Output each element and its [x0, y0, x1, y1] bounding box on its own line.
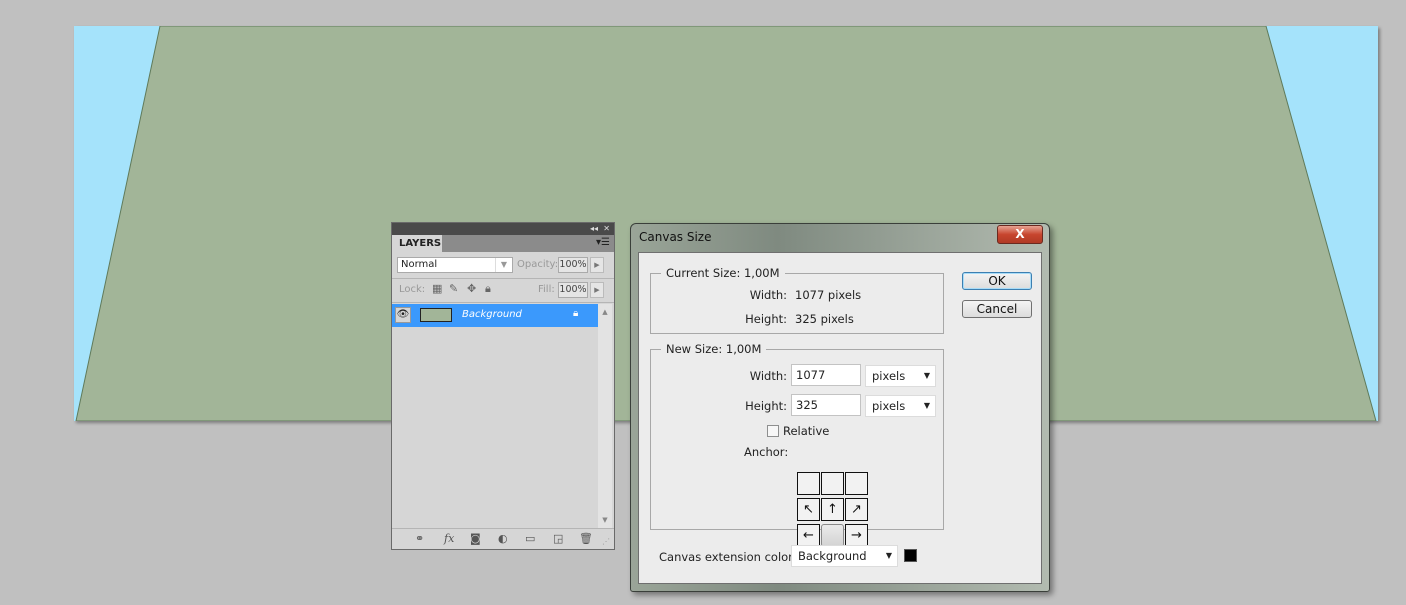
blend-mode-value: Normal — [401, 259, 438, 270]
anchor-middle-center[interactable]: ↑ — [821, 498, 844, 521]
extension-color-swatch[interactable] — [904, 549, 917, 562]
trash-icon[interactable]: 🗑︎ — [579, 532, 593, 545]
panel-title-bar[interactable]: ◂◂ ✕ — [392, 223, 614, 235]
fill-slider-arrow[interactable]: ▶ — [590, 282, 604, 298]
lock-all-icon[interactable]: 🔒︎ — [485, 282, 491, 296]
current-size-group: Current Size: 1,00M Width: 1077 pixels H… — [650, 266, 944, 334]
current-width-value: 1077 pixels — [795, 288, 862, 302]
layers-panel: ◂◂ ✕ LAYERS ▾☰ Normal ▼ Opacity: 100% ▶ … — [391, 222, 615, 550]
panel-tab-row: LAYERS ▾☰ — [392, 235, 614, 252]
width-unit-select[interactable]: pixels ▼ — [865, 365, 936, 387]
adjustment-layer-icon[interactable]: ◐ — [498, 532, 508, 545]
dialog-body: Current Size: 1,00M Width: 1077 pixels H… — [638, 252, 1042, 584]
height-unit-value: pixels — [872, 399, 906, 413]
lock-transparent-icon[interactable]: ▦ — [432, 282, 442, 295]
anchor-top-right[interactable] — [845, 472, 868, 495]
ok-button[interactable]: OK — [962, 272, 1032, 290]
dialog-title: Canvas Size — [639, 230, 712, 244]
chevron-down-icon: ▼ — [495, 258, 512, 272]
layer-mask-icon[interactable]: ◙ — [470, 532, 481, 545]
layer-thumbnail — [420, 308, 452, 322]
layer-row-background[interactable]: 👁︎ Background 🔒︎ — [392, 304, 598, 327]
anchor-middle-left[interactable]: ↖ — [797, 498, 820, 521]
current-size-label: Current Size: 1,00M — [661, 266, 785, 280]
anchor-bottom-right[interactable]: → — [845, 524, 868, 547]
fill-label: Fill: — [538, 284, 555, 295]
chevron-down-icon: ▼ — [923, 401, 930, 410]
anchor-bottom-center[interactable] — [821, 524, 844, 547]
current-height-value: 325 pixels — [795, 312, 854, 326]
scroll-up-arrow[interactable]: ▲ — [598, 308, 612, 316]
fill-input[interactable]: 100% — [558, 282, 588, 298]
current-width-label: Width: — [749, 288, 787, 302]
anchor-bottom-left[interactable]: ← — [797, 524, 820, 547]
close-icon[interactable]: ✕ — [603, 223, 610, 235]
extension-color-value: Background — [798, 549, 867, 563]
opacity-label: Opacity: — [517, 259, 559, 270]
panel-menu-icon[interactable]: ▾☰ — [596, 237, 610, 248]
layer-name: Background — [462, 309, 522, 320]
anchor-top-left[interactable] — [797, 472, 820, 495]
eye-icon[interactable]: 👁︎ — [395, 307, 411, 323]
cancel-button[interactable]: Cancel — [962, 300, 1032, 318]
relative-label[interactable]: Relative — [783, 424, 829, 438]
close-button[interactable]: X — [997, 225, 1043, 244]
link-layers-icon[interactable]: ⚭ — [415, 532, 424, 545]
lock-icon: 🔒︎ — [573, 308, 579, 319]
opacity-input[interactable]: 100% — [558, 257, 588, 273]
new-width-label: Width: — [749, 369, 787, 383]
resize-grip-icon[interactable]: ⋰ — [602, 537, 610, 546]
anchor-label: Anchor: — [744, 445, 789, 459]
extension-color-label: Canvas extension color: — [659, 550, 797, 564]
layers-bottom-bar: ⚭ fx ◙ ◐ ▭ ◲ 🗑︎ ⋰ — [392, 528, 614, 549]
fx-icon[interactable]: fx — [444, 532, 454, 545]
opacity-slider-arrow[interactable]: ▶ — [590, 257, 604, 273]
relative-checkbox[interactable] — [767, 425, 779, 437]
new-height-label: Height: — [745, 399, 787, 413]
chevron-down-icon: ▼ — [885, 551, 892, 560]
divider — [392, 278, 614, 279]
new-size-label: New Size: 1,00M — [661, 342, 767, 356]
blend-mode-select[interactable]: Normal ▼ — [397, 257, 513, 273]
blend-row: Normal ▼ Opacity: 100% ▶ — [397, 257, 609, 275]
layers-scrollbar[interactable]: ▲ ▼ — [598, 304, 612, 528]
height-unit-select[interactable]: pixels ▼ — [865, 395, 936, 417]
scroll-down-arrow[interactable]: ▼ — [598, 516, 612, 524]
lock-image-icon[interactable]: ✎ — [449, 282, 458, 295]
new-group-icon[interactable]: ▭ — [525, 532, 535, 545]
anchor-middle-right[interactable]: ↗ — [845, 498, 868, 521]
chevron-down-icon: ▼ — [923, 371, 930, 380]
height-input[interactable]: 325 — [791, 394, 861, 416]
lock-label: Lock: — [399, 284, 426, 295]
tab-layers[interactable]: LAYERS — [392, 235, 442, 252]
divider — [392, 302, 614, 303]
anchor-top-center[interactable] — [821, 472, 844, 495]
canvas-size-dialog: Canvas Size X Current Size: 1,00M Width:… — [630, 223, 1050, 592]
double-chevron-left-icon[interactable]: ◂◂ — [590, 223, 598, 235]
lock-position-icon[interactable]: ✥ — [467, 282, 476, 295]
width-unit-value: pixels — [872, 369, 906, 383]
anchor-grid: ↖ ↑ ↗ ← → — [797, 472, 870, 547]
new-layer-icon[interactable]: ◲ — [553, 532, 563, 545]
current-height-label: Height: — [745, 312, 787, 326]
width-input[interactable]: 1077 — [791, 364, 861, 386]
extension-color-select[interactable]: Background ▼ — [791, 545, 898, 567]
